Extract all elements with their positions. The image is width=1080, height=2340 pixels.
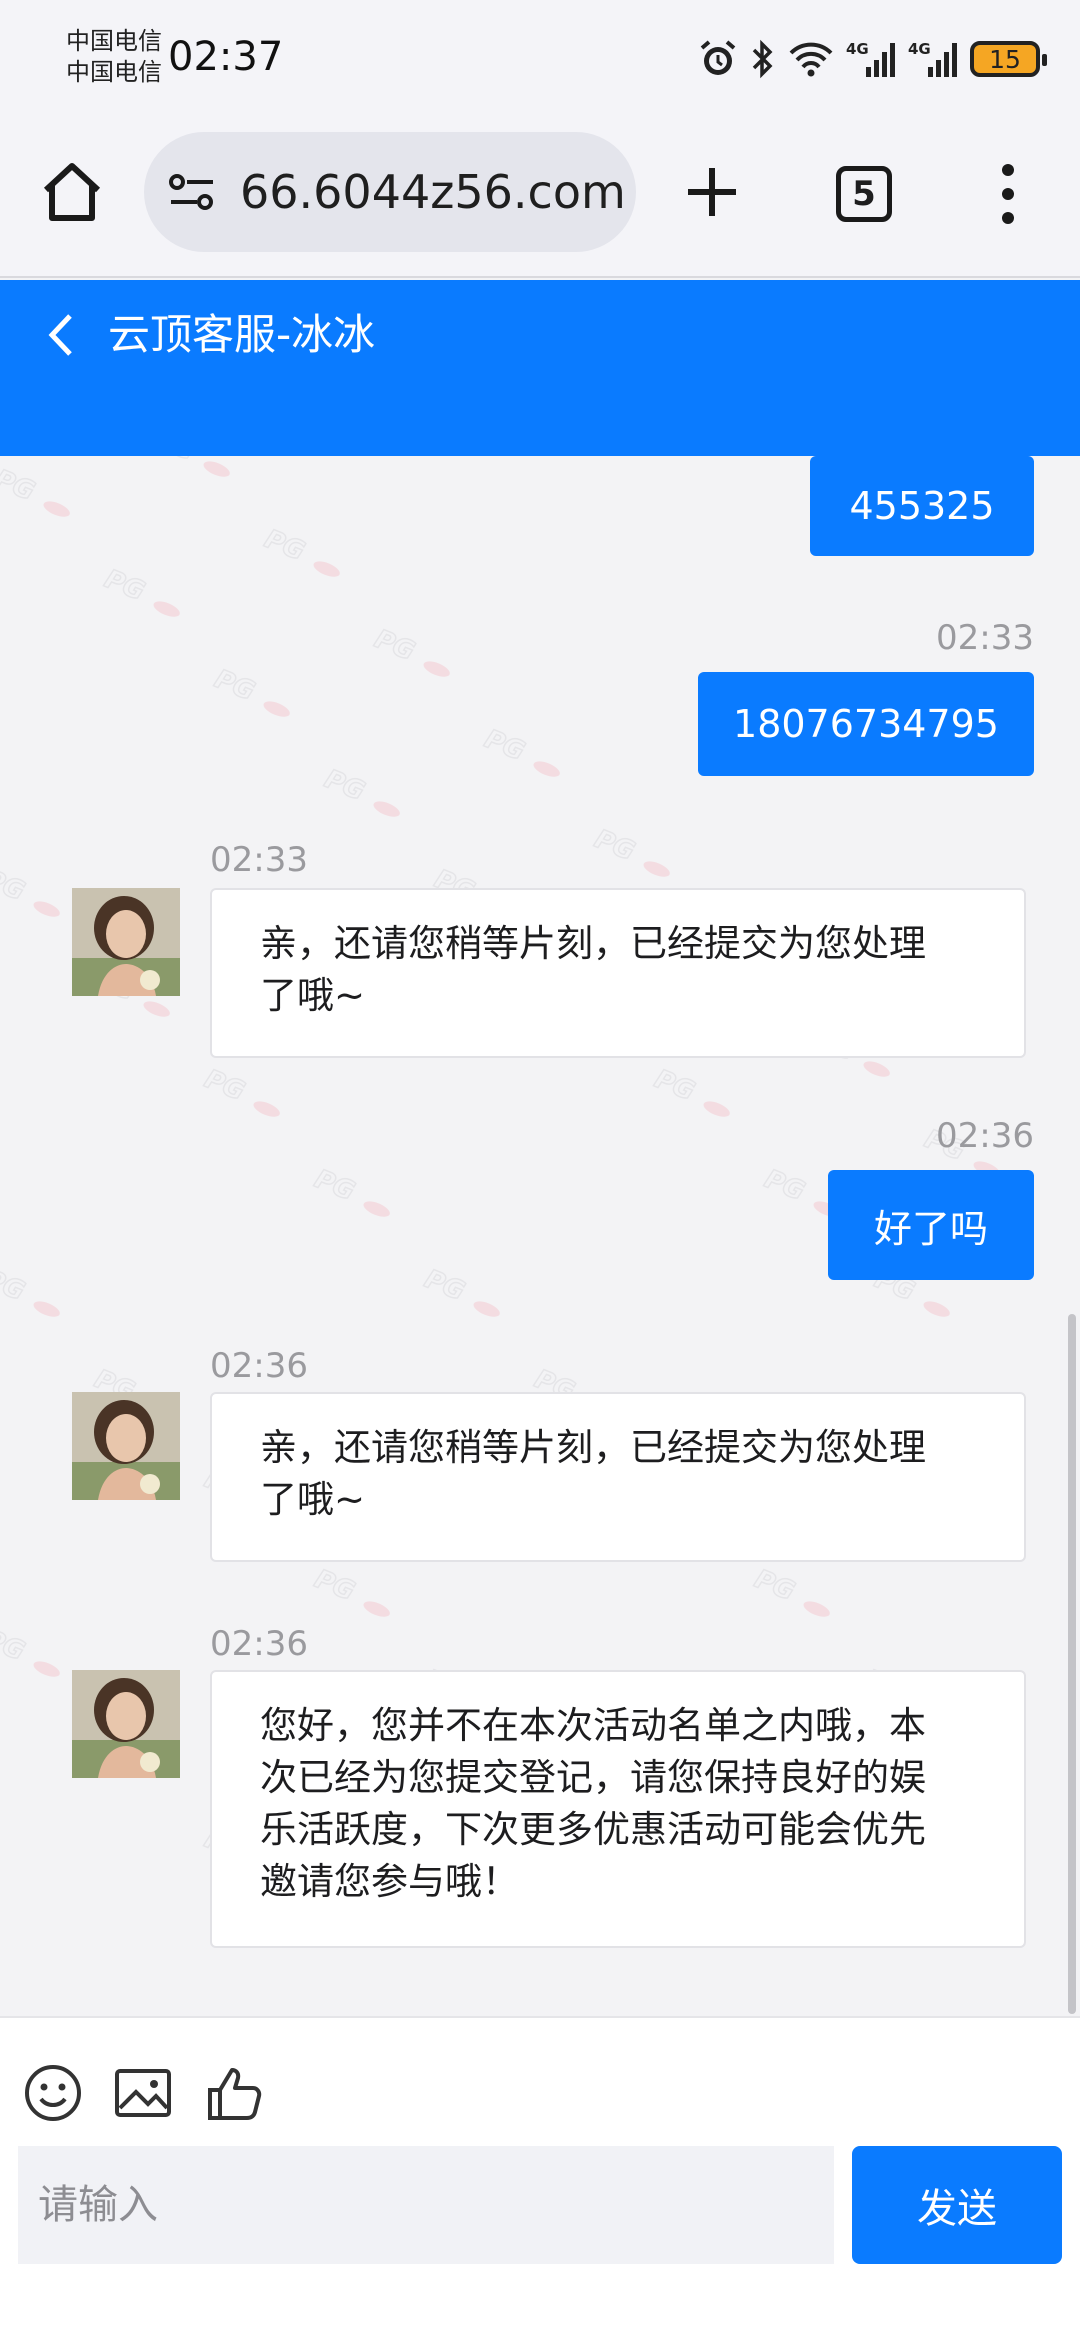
- watermark: PG: [316, 761, 414, 832]
- svg-text:PG: PG: [0, 464, 39, 507]
- address-bar[interactable]: 66.6044z56.com: [144, 132, 636, 252]
- svg-text:PG: PG: [370, 624, 419, 667]
- thumbs-up-icon[interactable]: [204, 2062, 266, 2124]
- watermark: PG: [256, 521, 354, 592]
- incoming-message[interactable]: 亲，还请您稍等片刻，已经提交为您处理 了哦~: [210, 888, 1026, 1058]
- watermark: PG: [0, 1261, 74, 1332]
- svg-text:PG: PG: [310, 1564, 359, 1607]
- carrier-2: 中国电信: [66, 58, 162, 86]
- avatar: [72, 888, 180, 996]
- message-line: 亲，还请您稍等片刻，已经提交为您处理: [260, 922, 926, 965]
- tab-count: 5: [852, 174, 876, 214]
- svg-text:PG: PG: [760, 1164, 809, 1207]
- signal-icon-2: 4G: [908, 40, 957, 77]
- outgoing-message[interactable]: 18076734795: [698, 672, 1034, 776]
- message-time: 02:33: [936, 618, 1034, 658]
- outgoing-message[interactable]: 好了吗: [828, 1170, 1034, 1280]
- system-icons: 4G 4G 15: [698, 36, 1047, 82]
- watermark: PG: [206, 661, 304, 732]
- message-list[interactable]: PG PG PG PG PG PG PG PG PG PG PG PG PG PG PG PG PG PG PG PG…: [0, 456, 1080, 2016]
- watermark: PG: [646, 1061, 744, 1132]
- chat-header: 云顶客服-冰冰: [0, 280, 1080, 456]
- scrollbar[interactable]: [1068, 1314, 1076, 2014]
- svg-text:PG: PG: [590, 824, 639, 867]
- browser-toolbar: 66.6044z56.com 5: [0, 120, 1080, 278]
- svg-text:PG: PG: [200, 1064, 249, 1107]
- url-text[interactable]: 66.6044z56.com: [240, 169, 626, 215]
- status-time: 02:37: [168, 34, 284, 80]
- more-menu-icon[interactable]: [994, 162, 1022, 226]
- message-line: 亲，还请您稍等片刻，已经提交为您处理: [260, 1426, 926, 1469]
- outgoing-message[interactable]: 455325: [810, 456, 1034, 556]
- svg-text:PG: PG: [0, 864, 29, 907]
- watermark: PG: [306, 1561, 404, 1632]
- message-time: 02:36: [210, 1624, 308, 1664]
- watermark: PG: [146, 456, 244, 491]
- svg-text:PG: PG: [310, 1164, 359, 1207]
- incoming-message[interactable]: 您好，您并不在本次活动名单之内哦，本 次已经为您提交登记，请您保持良好的娱 乐活…: [210, 1670, 1026, 1948]
- watermark: PG: [0, 861, 74, 932]
- carrier-1: 中国电信: [66, 27, 162, 55]
- battery-level: 15: [989, 44, 1021, 74]
- svg-text:PG: PG: [260, 524, 309, 567]
- status-bar: 中国电信 中国电信 02:37 4G 4G 15: [0, 0, 1080, 120]
- svg-text:PG: PG: [650, 1064, 699, 1107]
- svg-text:PG: PG: [0, 1264, 29, 1307]
- tab-switcher-button[interactable]: 5: [836, 166, 892, 222]
- message-time: 02:33: [210, 840, 308, 880]
- back-icon[interactable]: [42, 310, 78, 360]
- message-line: 邀请您参与哦！: [260, 1860, 519, 1903]
- svg-text:PG: PG: [420, 1264, 469, 1307]
- svg-text:PG: PG: [320, 764, 369, 807]
- message-line: 次已经为您提交登记，请您保持良好的娱: [260, 1756, 926, 1799]
- watermark: PG: [416, 1261, 514, 1332]
- message-line: 了哦~: [260, 1478, 366, 1521]
- svg-text:PG: PG: [0, 1624, 29, 1667]
- image-icon[interactable]: [112, 2062, 174, 2124]
- watermark: PG: [196, 1061, 294, 1132]
- svg-text:PG: PG: [150, 456, 199, 467]
- carrier-labels: 中国电信 中国电信: [66, 26, 162, 88]
- avatar: [72, 1670, 180, 1778]
- avatar: [72, 1392, 180, 1500]
- input-area: 发送: [0, 2016, 1080, 2340]
- watermark: PG: [306, 1161, 404, 1232]
- watermark: PG: [0, 1621, 74, 1692]
- network-type-1: 4G: [846, 40, 869, 58]
- signal-icon-1: 4G: [846, 40, 895, 77]
- send-button[interactable]: 发送: [852, 2146, 1062, 2264]
- watermark: PG: [476, 721, 574, 792]
- network-type-2: 4G: [908, 40, 931, 58]
- message-time: 02:36: [210, 1346, 308, 1386]
- battery-indicator: 15: [970, 41, 1047, 77]
- svg-text:PG: PG: [100, 564, 149, 607]
- bluetooth-icon: [752, 39, 773, 79]
- message-line: 了哦~: [260, 974, 366, 1017]
- watermark: PG: [0, 461, 84, 532]
- svg-text:PG: PG: [750, 1564, 799, 1607]
- watermark: PG: [96, 561, 194, 632]
- svg-text:PG: PG: [480, 724, 529, 767]
- watermark: PG: [366, 621, 464, 692]
- wifi-icon: [789, 42, 833, 77]
- message-input[interactable]: [18, 2146, 834, 2264]
- chat-title: 云顶客服-冰冰: [108, 310, 376, 359]
- watermark: PG: [586, 821, 684, 892]
- site-settings-icon[interactable]: [168, 170, 216, 214]
- message-time: 02:36: [936, 1116, 1034, 1156]
- incoming-message[interactable]: 亲，还请您稍等片刻，已经提交为您处理 了哦~: [210, 1392, 1026, 1562]
- message-line: 乐活跃度，下次更多优惠活动可能会优先: [260, 1808, 926, 1851]
- page: 中国电信 中国电信 02:37 4G 4G 15 66.6044z56.com …: [0, 0, 1080, 2340]
- emoji-icon[interactable]: [22, 2062, 84, 2124]
- svg-text:PG: PG: [210, 664, 259, 707]
- home-icon[interactable]: [38, 158, 106, 226]
- watermark: PG: [746, 1561, 844, 1632]
- alarm-icon: [700, 40, 736, 75]
- new-tab-icon[interactable]: [682, 162, 742, 222]
- message-line: 您好，您并不在本次活动名单之内哦，本: [260, 1704, 926, 1747]
